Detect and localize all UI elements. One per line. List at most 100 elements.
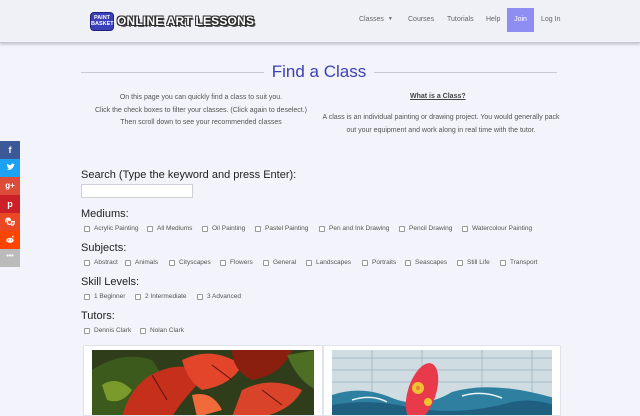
checkbox[interactable] [500, 259, 506, 266]
nav-classes[interactable]: Classes ▼ [359, 16, 393, 23]
checkbox[interactable] [462, 225, 468, 232]
option-label: Pastel Painting [265, 225, 309, 232]
tutors-label: Tutors: [81, 310, 115, 322]
checkbox[interactable] [399, 225, 405, 232]
class-thumbnail-leaves[interactable] [92, 350, 314, 415]
option-label: Acrylic Painting [94, 225, 139, 232]
subject-option[interactable]: Abstract [84, 259, 118, 266]
subject-option[interactable]: General [263, 259, 296, 266]
option-label: Dennis Clark [94, 327, 132, 334]
checkbox[interactable] [457, 259, 463, 266]
option-label: All Mediums [157, 225, 193, 232]
subject-option[interactable]: Cityscapes [169, 259, 211, 266]
what-is-class-body: A class is an individual painting or dra… [322, 114, 560, 134]
option-label: 1 Beginner [94, 293, 126, 300]
option-label: Animals [135, 259, 159, 266]
facebook-icon[interactable]: f [0, 141, 20, 159]
option-label: Portraits [372, 259, 397, 266]
google-plus-icon[interactable]: g+ [0, 177, 20, 195]
checkbox[interactable] [135, 293, 141, 300]
nav-tutorials[interactable]: Tutorials [447, 16, 474, 23]
social-share-bar: f g+ p ••• [0, 141, 20, 267]
option-label: Oil Painting [212, 225, 246, 232]
checkbox[interactable] [197, 293, 203, 300]
join-button[interactable]: Join [507, 8, 534, 32]
option-label: Flowers [230, 259, 253, 266]
subjects-label: Subjects: [81, 242, 127, 254]
twitter-icon[interactable] [0, 159, 20, 177]
checkbox[interactable] [84, 225, 90, 232]
checkbox[interactable] [202, 225, 208, 232]
checkbox[interactable] [84, 293, 90, 300]
what-is-class-heading: What is a Class? [410, 93, 466, 100]
checkbox[interactable] [84, 327, 90, 334]
page-title: Find a Class [263, 62, 375, 81]
option-label: Watercolour Painting [472, 225, 533, 232]
checkbox[interactable] [147, 225, 153, 232]
checkbox[interactable] [405, 259, 411, 266]
option-label: Pen and Ink Drawing [329, 225, 390, 232]
tutor-option[interactable]: Nolan Clark [140, 327, 184, 334]
medium-option[interactable]: Acrylic Painting [84, 225, 138, 232]
subject-option[interactable]: Portraits [362, 259, 396, 266]
subject-option[interactable]: Transport [500, 259, 538, 266]
medium-option[interactable]: Pen and Ink Drawing [319, 225, 389, 232]
more-share-icon[interactable]: ••• [0, 249, 20, 267]
reddit-icon[interactable] [0, 231, 20, 249]
intro-text: On this page you can quickly find a clas… [76, 92, 326, 130]
mediums-label: Mediums: [81, 208, 129, 220]
subject-option[interactable]: Still Life [457, 259, 490, 266]
intro-line: Click the check boxes to filter your cla… [94, 106, 308, 114]
checkbox[interactable] [306, 259, 312, 266]
checkbox[interactable] [362, 259, 368, 266]
nav-login[interactable]: Log In [541, 16, 560, 23]
skill-option[interactable]: 2 Intermediate [135, 293, 187, 300]
stumbleupon-icon[interactable] [0, 213, 20, 231]
class-card[interactable] [323, 345, 561, 416]
option-label: Abstract [94, 259, 118, 266]
class-thumbnail-surfboard[interactable] [332, 350, 552, 415]
skill-option[interactable]: 3 Advanced [197, 293, 241, 300]
option-label: Pencil Drawing [409, 225, 453, 232]
search-label: Search (Type the keyword and press Enter… [81, 169, 297, 181]
search-input[interactable] [81, 184, 193, 198]
tutor-option[interactable]: Dennis Clark [84, 327, 131, 334]
page-title-row: Find a Class [81, 62, 557, 82]
checkbox[interactable] [169, 259, 175, 266]
skill-levels-label: Skill Levels: [81, 276, 140, 288]
checkbox[interactable] [84, 259, 90, 266]
medium-option[interactable]: Pencil Drawing [399, 225, 452, 232]
nav-help[interactable]: Help [486, 16, 500, 23]
checkbox[interactable] [255, 225, 261, 232]
checkbox[interactable] [220, 259, 226, 266]
nav-courses[interactable]: Courses [408, 16, 434, 23]
skill-option[interactable]: 1 Beginner [84, 293, 125, 300]
checkbox[interactable] [263, 259, 269, 266]
checkbox[interactable] [140, 327, 146, 334]
pinterest-icon[interactable]: p [0, 195, 20, 213]
checkbox[interactable] [125, 259, 131, 266]
medium-option[interactable]: Oil Painting [202, 225, 245, 232]
medium-option[interactable]: All Mediums [147, 225, 192, 232]
subject-option[interactable]: Seascapes [405, 259, 447, 266]
main-nav: Classes ▼ Courses Tutorials Help Join Log… [0, 8, 640, 32]
option-label: Nolan Clark [150, 327, 184, 334]
option-label: 2 Intermediate [145, 293, 187, 300]
option-label: Still Life [467, 259, 490, 266]
intro-line: On this page you can quickly find a clas… [119, 94, 283, 101]
option-label: Seascapes [415, 259, 448, 266]
site-header: PAINT BASKET ONLINE ART LESSONS Classes ▼ … [0, 0, 640, 43]
nav-classes-label: Classes [359, 16, 384, 23]
subject-option[interactable]: Flowers [220, 259, 253, 266]
subject-option[interactable]: Landscapes [306, 259, 351, 266]
option-label: Landscapes [316, 259, 352, 266]
medium-option[interactable]: Watercolour Painting [462, 225, 532, 232]
chevron-down-icon: ▼ [387, 16, 393, 22]
subject-option[interactable]: Animals [125, 259, 158, 266]
checkbox[interactable] [319, 225, 325, 232]
option-label: Cityscapes [179, 259, 211, 266]
medium-option[interactable]: Pastel Painting [255, 225, 308, 232]
option-label: Transport [510, 259, 538, 266]
page-title-wrap: Find a Class [81, 62, 557, 82]
class-card[interactable] [83, 345, 323, 416]
